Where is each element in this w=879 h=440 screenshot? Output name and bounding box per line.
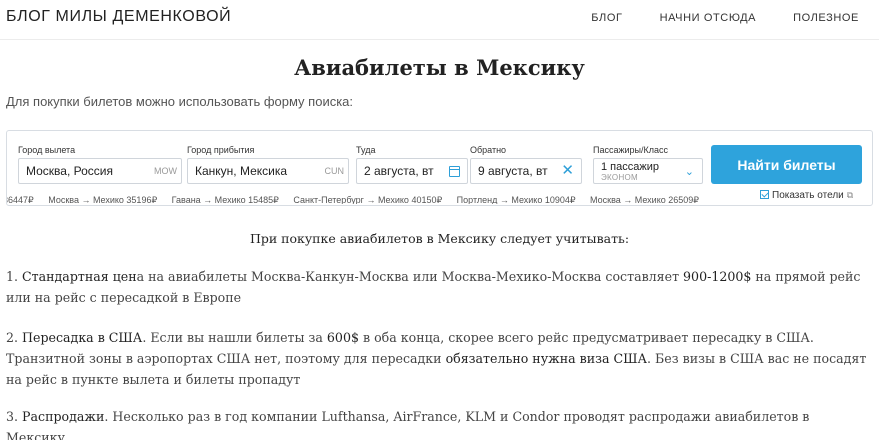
item-highlight: обязательно нужна виза США — [445, 351, 648, 366]
depart-label: Туда — [356, 145, 376, 155]
site-header: БЛОГ МИЛЫ ДЕМЕНКОВОЙ БЛОГ НАЧНИ ОТСЮДА П… — [0, 0, 879, 40]
route-link[interactable]: Гавана → Мехико 15485₽ — [172, 195, 279, 204]
origin-value: Москва, Россия — [26, 164, 113, 178]
search-flights-button[interactable]: Найти билеты — [711, 145, 862, 184]
close-icon[interactable]: ✕ — [561, 162, 574, 180]
chevron-down-icon: ⌄ — [684, 166, 694, 178]
item-text: . Несколько раз в год компании Lufthansa… — [6, 409, 810, 440]
route-link[interactable]: Москва → Мехико 35196₽ — [48, 195, 157, 204]
item-text: а на авиабилеты Москва-Канкун-Москва или… — [136, 269, 684, 284]
destination-label: Город прибытия — [187, 145, 255, 155]
depart-input[interactable]: 2 августа, вт — [356, 158, 468, 184]
origin-code: MOW — [154, 166, 177, 176]
route-link[interactable]: Санкт-Петербург → Мехико 40150₽ — [293, 195, 442, 204]
item-number: 3. — [6, 409, 19, 424]
destination-code: CUN — [324, 166, 345, 176]
passengers-label: Пассажиры/Класс — [593, 145, 669, 155]
external-link-icon: ⧉ — [846, 190, 854, 200]
item-highlight: Распродажи — [22, 409, 105, 424]
origin-label: Город вылета — [18, 145, 76, 155]
return-input[interactable]: 9 августа, вт ✕ — [470, 158, 582, 184]
flight-search-widget: Город вылета Москва, Россия MOW Город пр… — [6, 130, 873, 206]
nav-blog[interactable]: БЛОГ — [591, 12, 622, 24]
route-link[interactable]: Портленд → Мехико 10904₽ — [457, 195, 576, 204]
item-highlight: 600$ — [326, 330, 359, 345]
site-title[interactable]: БЛОГ МИЛЫ ДЕМЕНКОВОЙ — [6, 8, 231, 26]
checkbox-checked-icon[interactable] — [760, 190, 769, 199]
class-value: ЭКОНОМ — [601, 173, 639, 182]
destination-input[interactable]: Канкун, Мексика CUN — [187, 158, 349, 184]
main-nav: БЛОГ НАЧНИ ОТСЮДА ПОЛЕЗНОЕ — [554, 12, 859, 24]
intro-text: Для покупки билетов можно использовать ф… — [6, 94, 354, 109]
page-title: Авиабилеты в Мексику — [294, 55, 585, 80]
destination-value: Канкун, Мексика — [195, 164, 288, 178]
nav-start-here[interactable]: НАЧНИ ОТСЮДА — [660, 12, 757, 24]
item-highlight: Стандартная цен — [22, 269, 137, 284]
item-number: 2. — [6, 330, 19, 345]
list-item: 3. Распродажи. Несколько раз в год компа… — [6, 406, 874, 440]
list-item: 2. Пересадка в США. Если вы нашли билеты… — [6, 327, 874, 390]
route-link[interactable]: кун 36447₽ — [7, 195, 34, 204]
popular-routes: кун 36447₽ Москва → Мехико 35196₽ Гавана… — [7, 190, 752, 204]
section-subtitle: При покупке авиабилетов в Мексику следуе… — [249, 231, 630, 246]
route-link[interactable]: Москва → Мехико 26509₽ — [590, 195, 699, 204]
passengers-select[interactable]: 1 пассажир ЭКОНОМ ⌄ — [593, 158, 703, 184]
calendar-icon[interactable] — [449, 166, 460, 177]
item-highlight: 900-1200$ — [683, 269, 752, 284]
origin-input[interactable]: Москва, Россия MOW — [18, 158, 182, 184]
return-value: 9 августа, вт — [478, 164, 548, 178]
show-hotels-label: Показать отели — [772, 190, 844, 201]
return-label: Обратно — [470, 145, 507, 155]
passengers-value: 1 пассажир — [601, 161, 659, 173]
depart-value: 2 августа, вт — [364, 164, 434, 178]
item-text: . Если вы нашли билеты за — [142, 330, 327, 345]
item-number: 1. — [6, 269, 19, 284]
show-hotels-toggle[interactable]: Показать отели ⧉ — [760, 190, 853, 201]
list-item: 1. Стандартная цена на авиабилеты Москва… — [6, 266, 874, 308]
nav-useful[interactable]: ПОЛЕЗНОЕ — [793, 12, 859, 24]
item-highlight: Пересадка в США — [22, 330, 143, 345]
